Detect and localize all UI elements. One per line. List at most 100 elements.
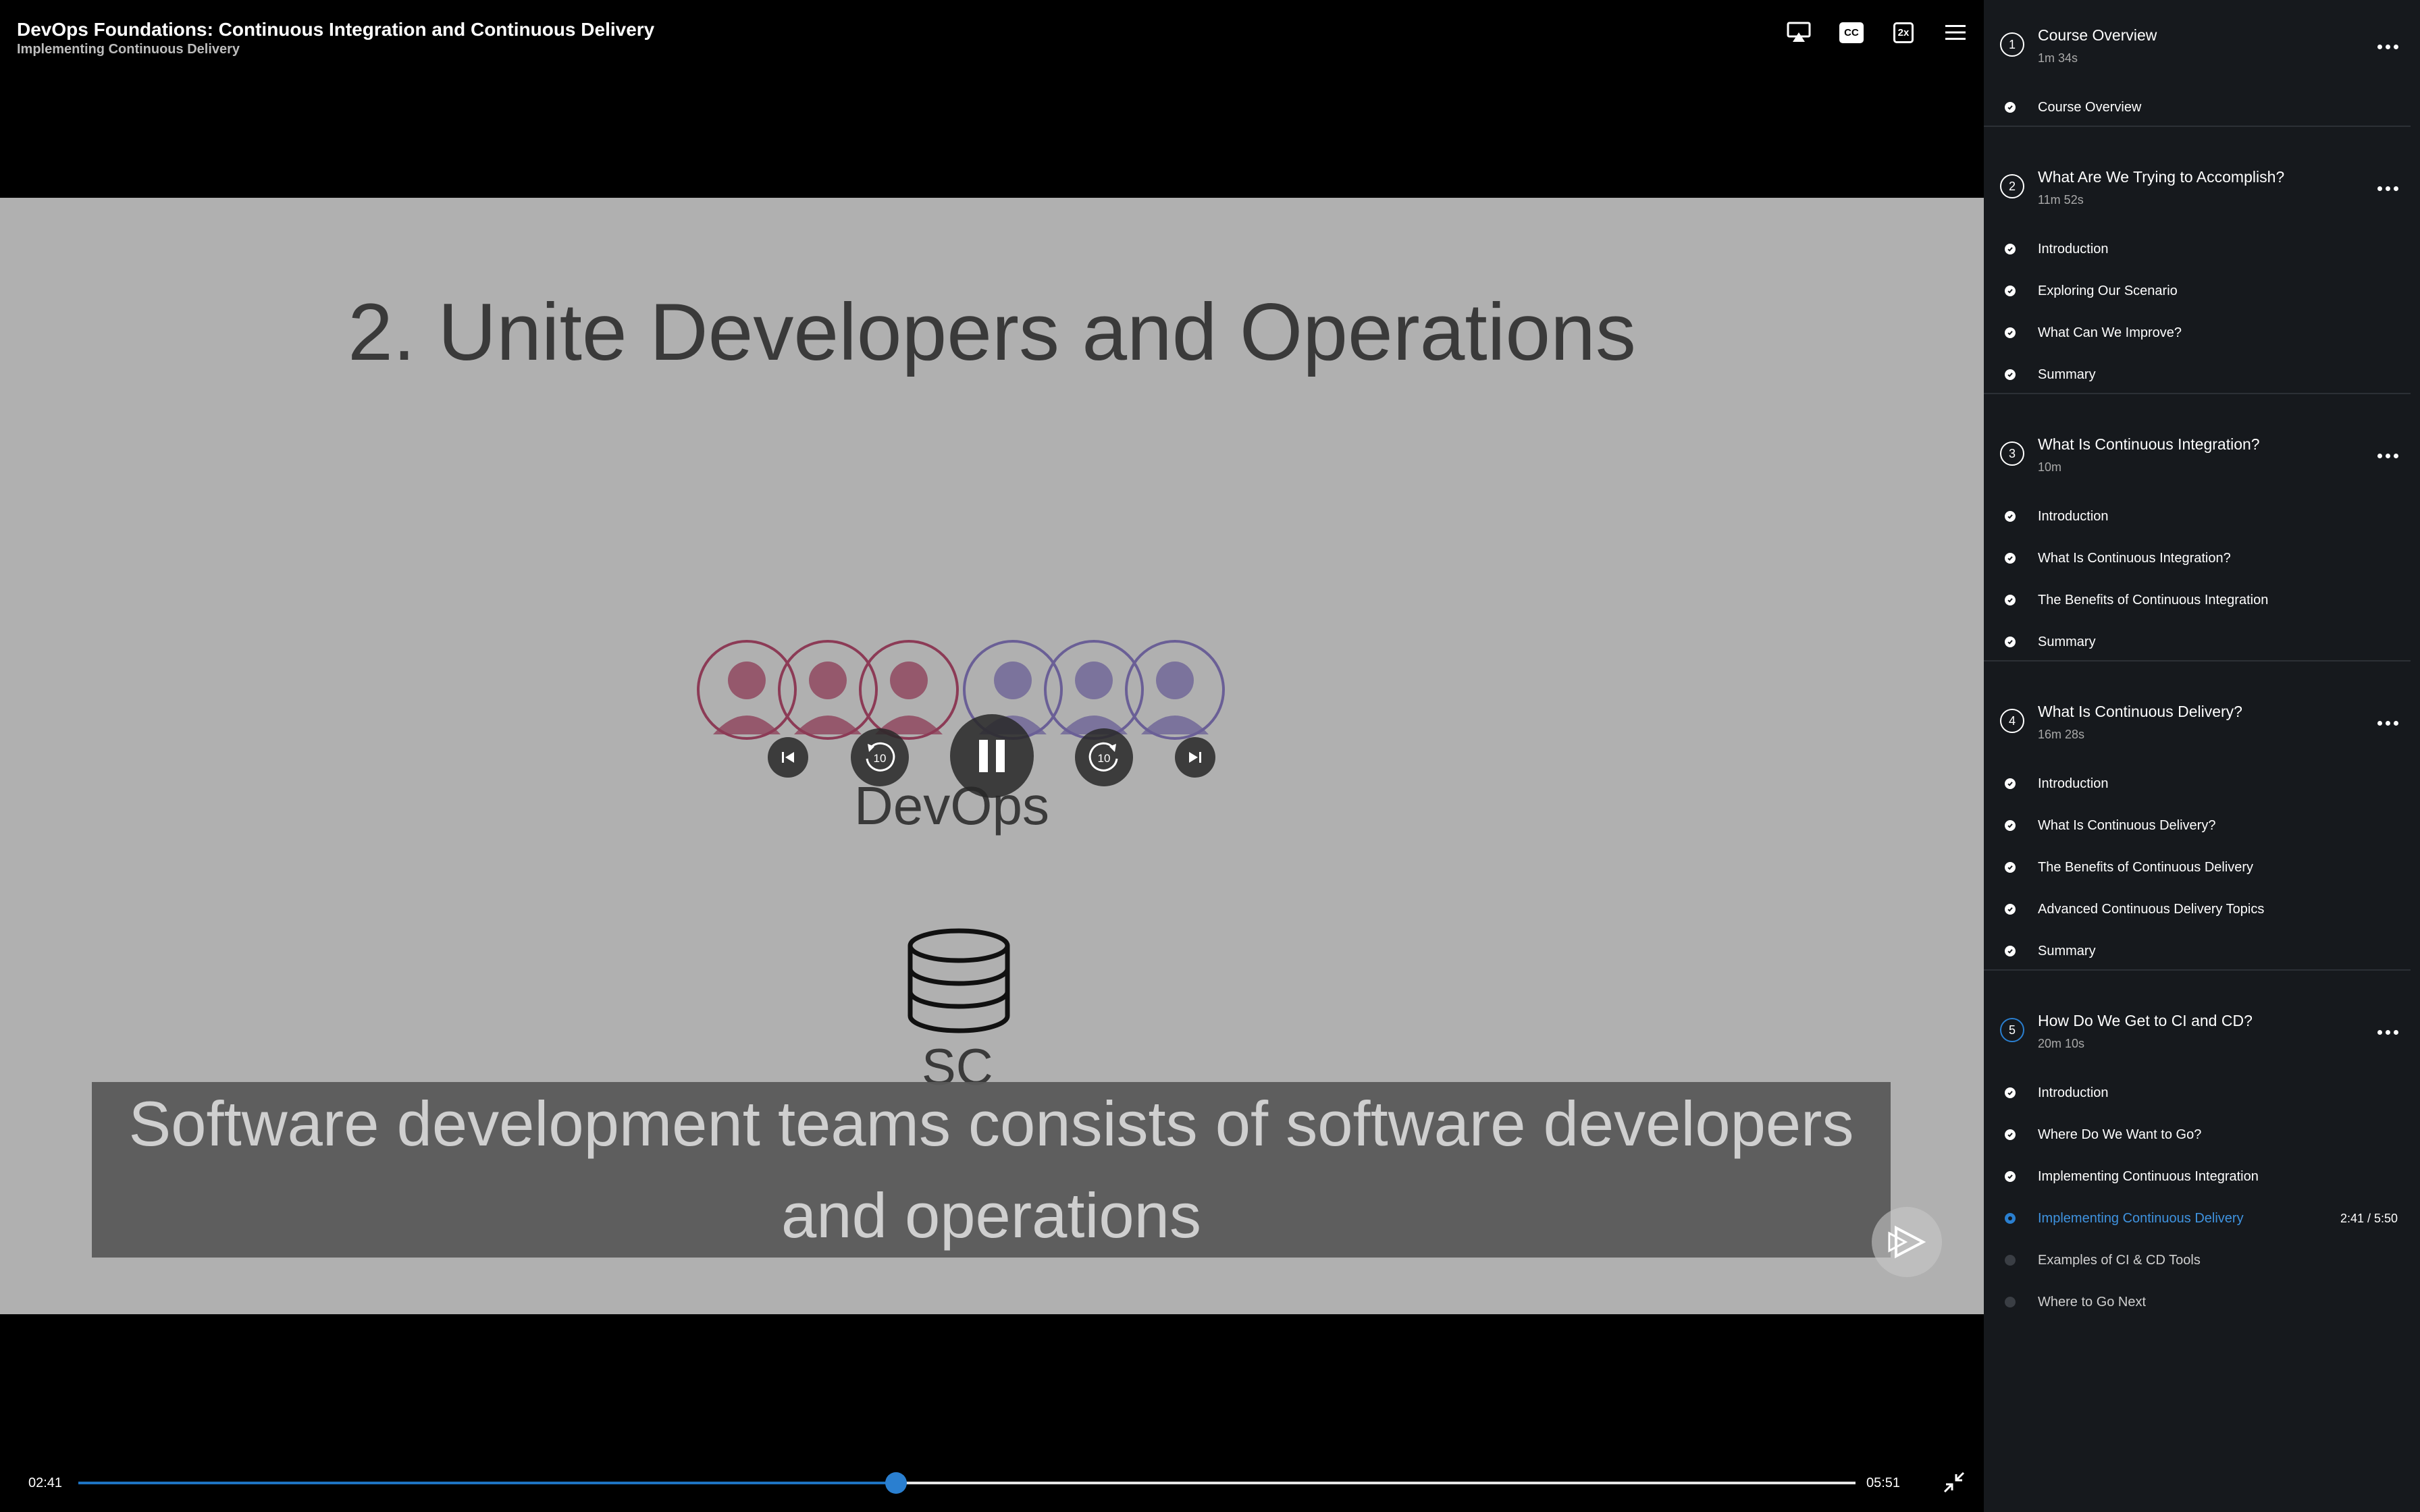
airplay-icon[interactable] (1785, 20, 1812, 45)
module-section: 3 What Is Continuous Integration? 10m Intro… (1984, 409, 2420, 649)
clip-item[interactable]: Summary (1984, 621, 2420, 663)
total-time: 05:51 (1866, 1476, 1901, 1490)
module-section: 2 What Are We Trying to Accomplish? 11m 52… (1984, 142, 2420, 382)
module-section: 4 What Is Continuous Delivery? 16m 28s Intr… (1984, 676, 2420, 959)
module-divider (1984, 969, 2411, 971)
seek-bar[interactable] (78, 1472, 1856, 1494)
check-icon (2005, 244, 2016, 254)
clip-item[interactable]: What Is Continuous Delivery? (1984, 805, 2420, 846)
rewind-10-button[interactable]: 10 (851, 728, 909, 786)
clip-item[interactable]: Introduction (1984, 763, 2420, 805)
clip-item[interactable]: What Is Continuous Integration? (1984, 537, 2420, 579)
clip-title: Examples of CI & CD Tools (2038, 1253, 2201, 1268)
module-duration: 16m 28s (2038, 728, 2085, 741)
check-icon (2005, 1087, 2016, 1098)
fast-forward-icon: 10 (1088, 742, 1118, 772)
rewind-seconds: 10 (874, 752, 887, 765)
module-section: 1 Course Overview 1m 34s Course Overview (1984, 0, 2420, 115)
previous-clip-button[interactable] (768, 737, 808, 778)
clip-title: Summary (2038, 634, 2096, 649)
next-clip-button[interactable] (1175, 737, 1215, 778)
forward-10-button[interactable]: 10 (1075, 728, 1133, 786)
clip-title: Introduction (2038, 242, 2109, 256)
module-title: Course Overview (2038, 26, 2157, 44)
pause-button[interactable] (950, 714, 1034, 798)
rewind-icon: 10 (866, 742, 895, 772)
pause-icon (979, 740, 1005, 772)
pluralsight-play-icon (1888, 1225, 1926, 1259)
module-section: 5 How Do We Get to CI and CD? 20m 10s Intro… (1984, 986, 2420, 1310)
current-clip-icon (2005, 1213, 2016, 1224)
check-icon (2005, 1129, 2016, 1140)
clip-item[interactable]: Introduction (1984, 228, 2420, 270)
check-icon (2005, 286, 2016, 296)
up-next-button[interactable] (1872, 1207, 1942, 1277)
clip-item[interactable]: Summary (1984, 930, 2420, 972)
more-options-icon[interactable] (2374, 1029, 2401, 1035)
clip-item[interactable]: The Benefits of Continuous Delivery (1984, 846, 2420, 888)
seek-bar-thumb[interactable] (885, 1472, 907, 1494)
clip-title: Course Overview (2038, 100, 2142, 115)
clip-title: The Benefits of Continuous Integration (2038, 593, 2269, 608)
check-icon (2005, 511, 2016, 522)
clip-title: Summary (2038, 367, 2096, 382)
clip-title: Implementing Continuous Integration (2038, 1169, 2259, 1184)
check-icon (2005, 946, 2016, 956)
clip-item[interactable]: Implementing Continuous Delivery 2:41 / 5… (1984, 1197, 2420, 1239)
module-divider (1984, 126, 2411, 127)
unwatched-icon (2005, 1255, 2016, 1266)
clip-item[interactable]: Examples of CI & CD Tools (1984, 1239, 2420, 1281)
module-title: What Is Continuous Integration? (2038, 435, 2260, 453)
more-options-icon[interactable] (2374, 43, 2401, 50)
clip-item[interactable]: Exploring Our Scenario (1984, 270, 2420, 312)
clip-title: Introduction (2038, 509, 2109, 524)
clip-item[interactable]: Course Overview (1984, 86, 2420, 128)
clip-title: Implementing Continuous Delivery (2038, 1211, 2244, 1226)
clip-item[interactable]: Introduction (1984, 1072, 2420, 1114)
clip-title: Introduction (2038, 1085, 2109, 1100)
check-icon (2005, 820, 2016, 831)
check-icon (2005, 369, 2016, 380)
clip-item[interactable]: Where to Go Next (1984, 1281, 2420, 1323)
playback-speed-icon[interactable]: 2x (1890, 20, 1917, 45)
module-title: How Do We Get to CI and CD? (2038, 1012, 2253, 1029)
module-number: 1 (2000, 32, 2024, 57)
check-icon (2005, 102, 2016, 113)
course-contents-sidebar[interactable]: 1 Course Overview 1m 34s Course Overview 2 Wh… (1984, 0, 2420, 1512)
module-duration: 10m (2038, 460, 2062, 474)
clip-title: Where to Go Next (2038, 1295, 2147, 1310)
module-number: 3 (2000, 441, 2024, 466)
more-options-icon[interactable] (2374, 452, 2401, 459)
menu-icon[interactable] (1942, 20, 1969, 45)
check-icon (2005, 1171, 2016, 1182)
video-player[interactable]: DevOps Foundations: Continuous Integrati… (0, 0, 1984, 1512)
skip-previous-icon (782, 752, 794, 763)
clip-item[interactable]: Where Do We Want to Go? (1984, 1114, 2420, 1156)
clip-title: Where Do We Want to Go? (2038, 1127, 2202, 1142)
more-options-icon[interactable] (2374, 720, 2401, 726)
unwatched-icon (2005, 1297, 2016, 1307)
clip-title: What Is Continuous Integration? (2038, 551, 2231, 566)
exit-fullscreen-icon[interactable] (1942, 1470, 1966, 1494)
clip-title: What Can We Improve? (2038, 325, 2182, 340)
module-divider (1984, 393, 2411, 394)
clip-item[interactable]: What Can We Improve? (1984, 312, 2420, 354)
module-duration: 1m 34s (2038, 51, 2078, 65)
clip-item[interactable]: Advanced Continuous Delivery Topics (1984, 888, 2420, 930)
video-frame[interactable]: 2. Unite Developers and Operations DevOp… (0, 198, 1984, 1314)
closed-captions-icon[interactable]: CC (1838, 20, 1865, 45)
clip-item[interactable]: The Benefits of Continuous Integration (1984, 579, 2420, 621)
clip-item[interactable]: Implementing Continuous Integration (1984, 1156, 2420, 1197)
module-number: 4 (2000, 709, 2024, 733)
check-icon (2005, 327, 2016, 338)
clip-item[interactable]: Summary (1984, 354, 2420, 396)
clip-progress: 2:41 / 5:50 (2340, 1212, 2398, 1225)
forward-seconds: 10 (1098, 752, 1111, 765)
module-title: What Are We Trying to Accomplish? (2038, 168, 2285, 186)
check-icon (2005, 595, 2016, 605)
clip-title: What Is Continuous Delivery? (2038, 818, 2216, 833)
more-options-icon[interactable] (2374, 185, 2401, 192)
clip-item[interactable]: Introduction (1984, 495, 2420, 537)
module-subtitle: Implementing Continuous Delivery (17, 42, 240, 57)
clip-title: Exploring Our Scenario (2038, 284, 2178, 298)
